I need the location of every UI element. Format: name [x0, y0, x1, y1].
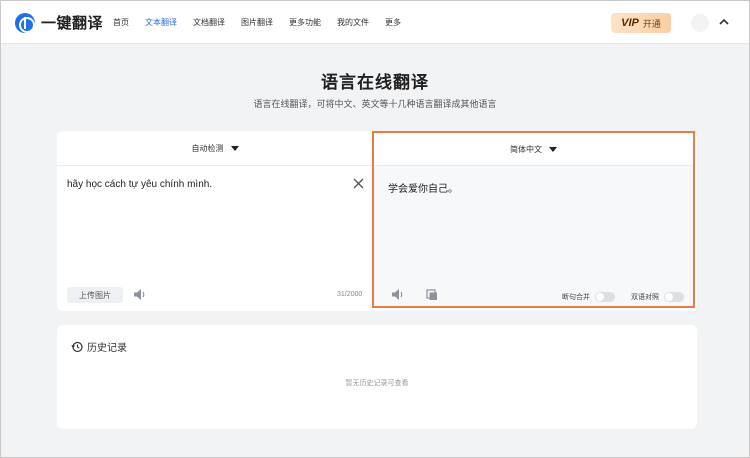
merge-sentences-option: 断句合并: [562, 292, 615, 302]
history-title: 历史记录: [87, 343, 127, 354]
character-counter: 31/2000: [337, 291, 363, 298]
chevron-up-icon[interactable]: [717, 15, 731, 29]
top-navbar: 一键翻译 首页 文本翻译 文档翻译 图片翻译 更多功能 我的文件 更多 VIP …: [1, 1, 749, 44]
speaker-icon[interactable]: [133, 288, 147, 301]
source-language-bar: 自动检测: [57, 131, 373, 166]
vip-open-label: 开通: [642, 18, 661, 29]
source-language-label: 自动检测: [191, 143, 224, 153]
history-clock-icon: [71, 341, 83, 352]
nav-item-image-translate[interactable]: 图片翻译: [241, 17, 273, 28]
avatar[interactable]: [691, 14, 709, 32]
source-language-select[interactable]: 自动检测: [192, 143, 239, 154]
copy-icon[interactable]: [426, 289, 438, 301]
target-language-select[interactable]: 简体中文: [510, 144, 557, 155]
caret-down-icon: [549, 146, 557, 152]
vip-badge: VIP: [621, 17, 639, 29]
merge-sentences-label: 断句合并: [562, 294, 590, 301]
source-text-input[interactable]: hãy học cách tự yêu chính mình.: [67, 179, 212, 190]
target-language-bar: 简体中文: [374, 133, 693, 166]
bilingual-compare-toggle[interactable]: [664, 292, 684, 302]
translate-globe-icon: [15, 12, 35, 33]
nav-item-my-files[interactable]: 我的文件: [337, 17, 369, 28]
upload-image-button[interactable]: 上传图片: [67, 287, 123, 303]
history-header: 历史记录: [71, 339, 127, 354]
history-empty-text: 暂无历史记录可查看: [345, 380, 409, 387]
caret-down-icon: [230, 145, 239, 151]
speaker-icon[interactable]: [391, 288, 405, 301]
bilingual-compare-label: 双语对照: [631, 294, 659, 301]
translation-result-text: 学会爱你自己。: [388, 184, 458, 195]
history-panel: 历史记录 暂无历史记录可查看: [57, 325, 697, 429]
page-title: 语言在线翻译: [321, 73, 429, 92]
app-name: 一键翻译: [41, 15, 104, 32]
bilingual-compare-option: 双语对照: [631, 292, 684, 302]
merge-sentences-toggle[interactable]: [595, 292, 615, 302]
nav-item-more-features[interactable]: 更多功能: [289, 17, 321, 28]
vip-open-button[interactable]: VIP 开通: [611, 13, 671, 33]
nav-item-document-translate[interactable]: 文档翻译: [193, 17, 225, 28]
target-result-panel: 简体中文 学会爱你自己。 断句合并 双语对照: [372, 131, 695, 308]
nav-item-text-translate[interactable]: 文本翻译: [145, 17, 177, 28]
nav-item-more[interactable]: 更多: [385, 17, 401, 28]
nav-item-home[interactable]: 首页: [113, 17, 129, 28]
page-subtitle: 语言在线翻译，可将中文、英文等十几种语言翻译成其他语言: [253, 99, 497, 109]
close-icon[interactable]: [353, 178, 364, 189]
target-language-label: 简体中文: [510, 144, 542, 154]
main-nav: 首页 文本翻译 文档翻译 图片翻译 更多功能 我的文件 更多: [113, 1, 417, 44]
app-logo[interactable]: 一键翻译: [15, 12, 103, 33]
browser-viewport: 一键翻译 首页 文本翻译 文档翻译 图片翻译 更多功能 我的文件 更多 VIP …: [0, 0, 750, 458]
